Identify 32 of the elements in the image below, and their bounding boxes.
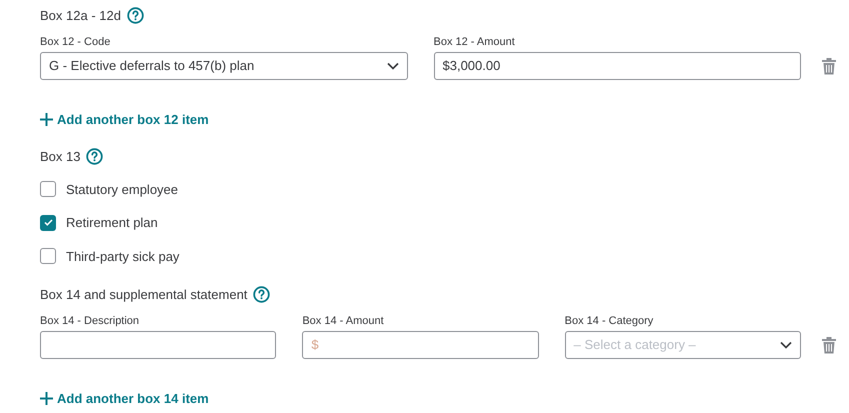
field-label: Box 14 - Amount [302,314,385,328]
check-icon [44,219,52,226]
plus-icon [40,392,53,405]
input-field[interactable]: $3,000.00 [434,52,801,80]
field-label: Box 14 - Category [564,314,654,328]
checkbox[interactable] [40,248,56,264]
checkbox[interactable] [40,181,56,198]
field-label: Box 12 - Amount [434,34,516,48]
input-field[interactable]: $ [302,330,539,358]
help-icon[interactable] [86,148,104,166]
select-placeholder: – Select a category – [574,336,696,354]
trash-icon[interactable] [820,336,837,354]
chevron-down-icon [780,340,792,348]
add-item-link[interactable]: Add another box 14 item [40,388,209,408]
chevron-down-icon [386,62,398,70]
select-value: G - Elective deferrals to 457(b) plan [49,56,254,75]
section-heading: Box 13 [40,148,80,166]
checkbox[interactable] [40,214,56,231]
add-item-link[interactable]: Add another box 12 item [40,110,209,129]
checkbox-label: Statutory employee [66,180,178,199]
plus-icon [40,112,53,126]
field-label: Box 12 - Code [40,34,112,48]
section-heading: Box 12a - 12d [40,7,121,25]
field-label: Box 14 - Description [40,314,140,328]
help-icon[interactable] [126,7,144,24]
help-icon[interactable] [253,286,270,304]
input-field[interactable] [40,330,276,358]
checkbox-label: Retirement plan [66,214,158,232]
checkbox-label: Third-party sick pay [66,248,180,266]
section-heading: Box 14 and supplemental statement [40,286,248,304]
select-field[interactable]: G - Elective deferrals to 457(b) plan [40,52,408,80]
trash-icon[interactable] [821,56,837,74]
